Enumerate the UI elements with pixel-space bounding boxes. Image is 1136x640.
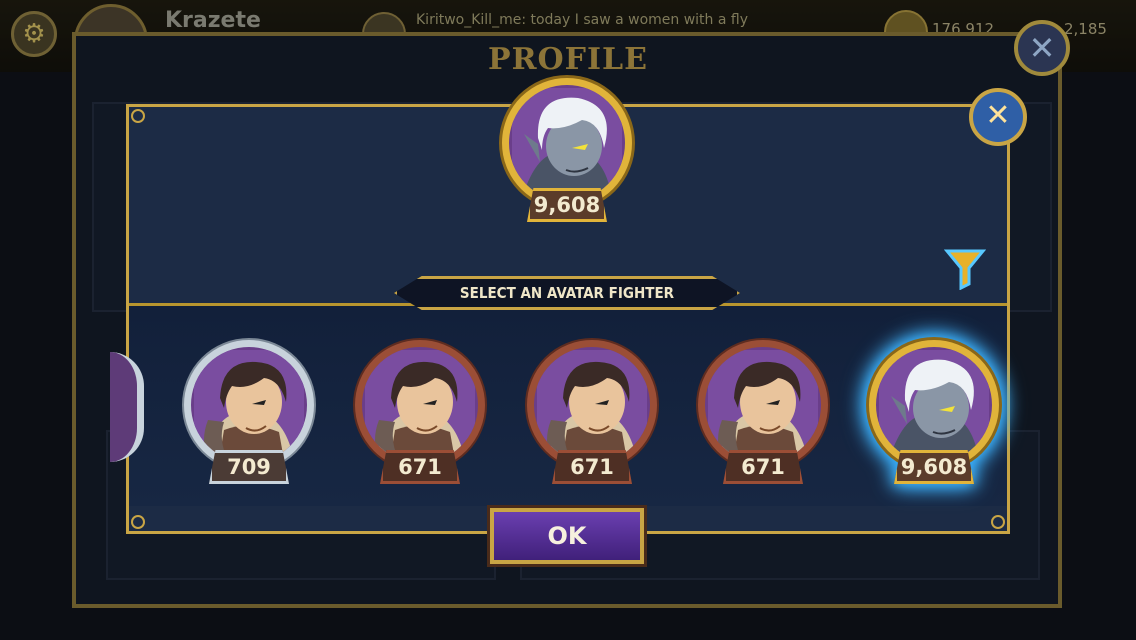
fighter-portrait: [194, 350, 304, 460]
close-icon[interactable]: ✕: [1014, 20, 1070, 76]
avatar-score: 671: [552, 450, 632, 484]
avatar-score: 671: [723, 450, 803, 484]
avatar-option[interactable]: 671: [698, 340, 832, 490]
avatar-partial-left[interactable]: [110, 352, 144, 462]
profile-title: PROFILE: [488, 42, 648, 77]
current-avatar: 9,608: [502, 78, 636, 228]
avatar-option[interactable]: 709: [184, 340, 318, 490]
gem-count: 2,185: [1064, 20, 1107, 38]
fighter-portrait: [537, 350, 647, 460]
fighter-portrait: [365, 350, 475, 460]
avatar-score: 9,608: [527, 188, 607, 222]
avatar-option[interactable]: 671: [527, 340, 661, 490]
corner-ornament: [131, 109, 145, 123]
fighter-portrait: [879, 350, 989, 460]
avatar-option[interactable]: 671: [355, 340, 489, 490]
ok-button[interactable]: OK: [490, 508, 644, 564]
avatar-option-selected[interactable]: 9,608: [869, 340, 1003, 490]
filter-icon[interactable]: [944, 246, 986, 290]
avatar-score: 9,608: [894, 450, 974, 484]
player-username: Krazete: [165, 8, 261, 33]
avatar-score: 709: [209, 450, 289, 484]
fighter-portrait: [708, 350, 818, 460]
fighter-portrait: [512, 88, 622, 198]
avatar-score: 671: [380, 450, 460, 484]
corner-ornament: [991, 515, 1005, 529]
corner-ornament: [131, 515, 145, 529]
chat-message[interactable]: Kiritwo_Kill_me: today I saw a women wit…: [416, 12, 748, 28]
select-avatar-banner: SELECT AN AVATAR FIGHTER: [394, 276, 740, 310]
close-icon[interactable]: ✕: [969, 88, 1027, 146]
